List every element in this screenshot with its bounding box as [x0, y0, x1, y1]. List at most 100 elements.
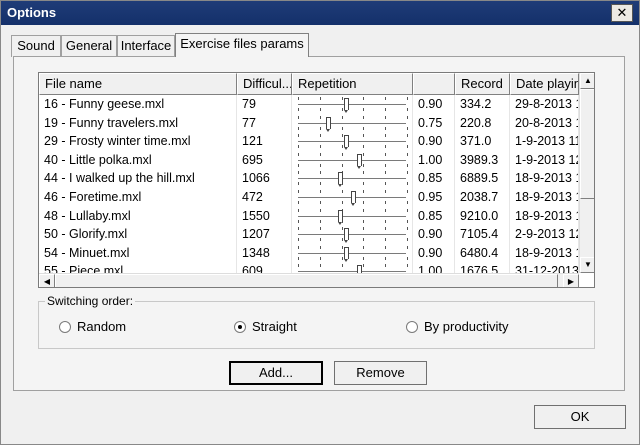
radio-straight-indicator[interactable]: [234, 321, 246, 333]
table-row[interactable]: 44 - I walked up the hill.mxl 1066 0.85 688…: [39, 169, 579, 189]
cell-difficulty: 79: [237, 95, 292, 114]
tab-general[interactable]: General: [61, 35, 117, 57]
dialog-title: Options: [7, 5, 57, 20]
column-header-repetition-value[interactable]: [413, 73, 455, 95]
slider-tick: [385, 152, 387, 156]
table-row[interactable]: 50 - Glorify.mxl 1207 0.90 7105.4 2-9-2013 1…: [39, 225, 579, 245]
slider-thumb[interactable]: [344, 228, 350, 244]
cell-difficulty: 1348: [237, 243, 292, 263]
scroll-down-button[interactable]: ▼: [580, 257, 594, 273]
column-header-repetition[interactable]: Repetition: [292, 73, 413, 95]
repetition-slider[interactable]: [292, 206, 413, 226]
column-header-record[interactable]: Record: [455, 73, 510, 95]
scroll-up-button[interactable]: ▲: [580, 73, 594, 89]
slider-thumb[interactable]: [338, 172, 344, 188]
slider-thumb[interactable]: [326, 116, 332, 132]
slider-tick: [341, 115, 343, 119]
slider-tick: [407, 134, 408, 138]
scroll-left-button[interactable]: ◀: [39, 274, 55, 287]
repetition-slider[interactable]: [292, 95, 413, 114]
slider-tick: [298, 227, 299, 231]
slider-thumb[interactable]: [338, 209, 344, 225]
tab-interface[interactable]: Interface: [117, 35, 175, 57]
slider-tick: [341, 163, 343, 167]
slider-tick: [407, 227, 408, 231]
slider-tick: [363, 201, 365, 204]
slider-tick: [363, 152, 365, 156]
slider-track: [298, 215, 406, 217]
repetition-slider[interactable]: [292, 150, 413, 170]
slider-thumb[interactable]: [350, 191, 356, 206]
slider-tick: [385, 108, 387, 111]
scroll-right-button[interactable]: ▶: [563, 274, 579, 287]
cell-date-playing: 29-8-2013 1: [510, 95, 579, 114]
repetition-slider[interactable]: [292, 113, 413, 133]
slider-tick: [298, 152, 299, 156]
radio-random-indicator[interactable]: [59, 321, 71, 333]
column-header-difficulty[interactable]: Difficul...: [237, 73, 292, 95]
vertical-scroll-thumb[interactable]: [580, 89, 594, 199]
cell-record: 3989.3: [455, 150, 510, 170]
slider-thumb[interactable]: [356, 153, 362, 169]
slider-tick: [298, 208, 299, 212]
slider-tick: [363, 115, 365, 119]
slider-tick: [385, 145, 387, 149]
slider-thumb[interactable]: [344, 98, 350, 113]
slider-tick: [363, 134, 365, 138]
slider-tick: [407, 208, 408, 212]
slider-tick: [341, 256, 343, 260]
tab-exercise-files-params[interactable]: Exercise files params: [175, 33, 309, 57]
slider-tick: [385, 171, 387, 175]
exercise-files-panel: File name Difficul... Repetition Record …: [13, 56, 625, 391]
cell-record: 9210.0: [455, 206, 510, 226]
cell-difficulty: 1066: [237, 169, 292, 189]
slider-tick: [363, 264, 365, 268]
slider-thumb[interactable]: [344, 246, 350, 262]
repetition-slider[interactable]: [292, 225, 413, 245]
slider-tick: [319, 108, 321, 111]
repetition-slider[interactable]: [292, 243, 413, 263]
add-button[interactable]: Add...: [229, 361, 323, 385]
radio-by-productivity-indicator[interactable]: [406, 321, 418, 333]
slider-tick: [385, 182, 387, 186]
exercise-files-list[interactable]: File name Difficul... Repetition Record …: [38, 72, 595, 288]
slider-tick: [341, 145, 343, 149]
ok-button[interactable]: OK: [534, 405, 626, 429]
slider-tick: [407, 264, 408, 268]
table-row[interactable]: 19 - Funny travelers.mxl 77 0.75 220.8 20-8-…: [39, 113, 579, 133]
repetition-slider[interactable]: [292, 188, 413, 207]
table-row[interactable]: 16 - Funny geese.mxl 79 0.90 334.2 29-8-2013…: [39, 95, 579, 114]
slider-tick: [298, 134, 299, 138]
cell-record: 6480.4: [455, 243, 510, 263]
repetition-slider[interactable]: [292, 169, 413, 189]
column-header-file-name[interactable]: File name: [39, 73, 237, 95]
table-row[interactable]: 46 - Foretime.mxl 472 0.95 2038.7 18-9-2013 …: [39, 188, 579, 207]
horizontal-scroll-thumb[interactable]: [55, 274, 558, 287]
slider-tick: [363, 256, 365, 260]
slider-thumb[interactable]: [344, 135, 350, 151]
slider-track: [298, 141, 406, 143]
column-header-date-playing[interactable]: Date playin: [510, 73, 579, 95]
slider-tick: [407, 238, 408, 242]
table-row[interactable]: 48 - Lullaby.mxl 1550 0.85 9210.0 18-9-2013 …: [39, 206, 579, 226]
table-row[interactable]: 29 - Frosty winter time.mxl 121 0.90 371.0 1…: [39, 132, 579, 152]
vertical-scrollbar[interactable]: ▲ ▼: [579, 73, 594, 273]
cell-file-name: 48 - Lullaby.mxl: [39, 206, 237, 226]
remove-button[interactable]: Remove: [334, 361, 427, 385]
slider-tick: [385, 219, 387, 223]
cell-record: 6889.5: [455, 169, 510, 189]
cell-date-playing: 1-9-2013 12: [510, 150, 579, 170]
repetition-slider[interactable]: [292, 132, 413, 152]
cell-date-playing: 20-8-2013 1: [510, 113, 579, 133]
slider-tick: [385, 264, 387, 268]
table-row[interactable]: 54 - Minuet.mxl 1348 0.90 6480.4 18-9-2013 1: [39, 243, 579, 263]
horizontal-scrollbar[interactable]: ◀ ▶: [39, 273, 579, 287]
cell-repetition-value: 0.90: [413, 243, 455, 263]
tab-sound[interactable]: Sound: [11, 35, 61, 57]
close-button[interactable]: ✕: [611, 4, 633, 22]
slider-tick: [298, 256, 299, 260]
table-row[interactable]: 40 - Little polka.mxl 695 1.00 3989.3 1-9-20…: [39, 150, 579, 170]
slider-tick: [407, 163, 408, 167]
slider-tick: [319, 201, 321, 204]
slider-tick: [385, 227, 387, 231]
